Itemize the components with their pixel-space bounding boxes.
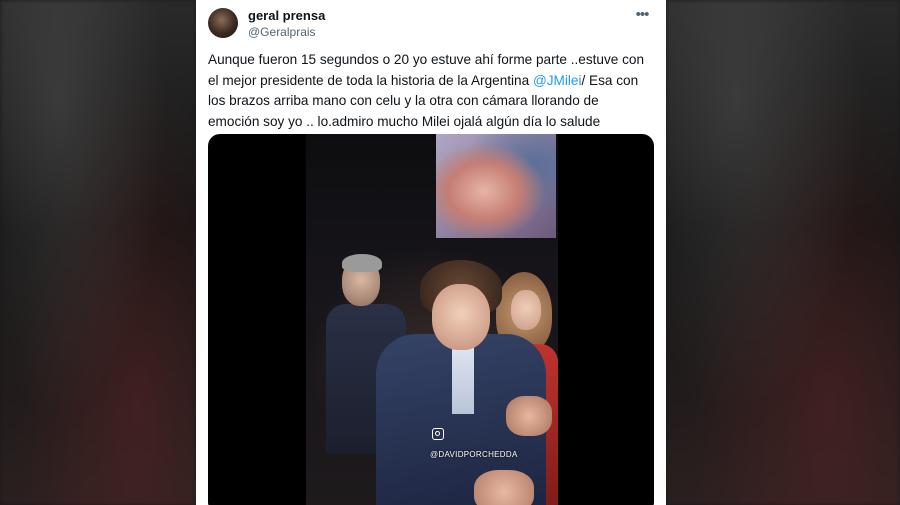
tweet-text-line: el mejor presidente de toda la historia … <box>208 71 654 92</box>
video-frame: @DAVIDPORCHEDDA <box>306 134 558 505</box>
hand <box>474 470 534 505</box>
tweet-video[interactable]: @DAVIDPORCHEDDA <box>208 134 654 505</box>
tweet-text-line: emoción soy yo .. lo.admiro mucho Milei … <box>208 114 601 130</box>
display-name[interactable]: geral prensa <box>248 8 325 24</box>
avatar[interactable] <box>208 8 238 38</box>
blurred-background-left <box>0 0 196 505</box>
background-screen <box>436 134 556 238</box>
instagram-icon <box>432 428 444 440</box>
tweet-text-segment: / Esa con <box>581 72 639 88</box>
main-person-face <box>432 284 490 350</box>
video-watermark: @DAVIDPORCHEDDA <box>430 450 518 459</box>
tweet-text-line: los brazos arriba mano con celu y la otr… <box>208 93 599 109</box>
user-info: geral prensa @Geralprais <box>248 8 325 40</box>
main-person-shirt <box>452 344 474 414</box>
user-handle[interactable]: @Geralprais <box>248 24 325 40</box>
person-right-face <box>511 290 541 330</box>
hand <box>506 396 552 436</box>
blurred-background-right <box>666 0 900 505</box>
more-options-icon[interactable]: ••• <box>632 7 652 24</box>
tweet-card: geral prensa @Geralprais ••• Aunque fuer… <box>196 0 666 505</box>
tweet-header: geral prensa @Geralprais ••• <box>208 6 654 42</box>
tweet-text-segment: el mejor presidente de toda la historia … <box>208 72 533 88</box>
mention-link[interactable]: @JMilei <box>533 73 582 88</box>
tweet-text: Aunque fueron 15 segundos o 20 yo estuve… <box>208 50 654 133</box>
tweet-text-line: Aunque fueron 15 segundos o 20 yo estuve… <box>208 52 645 67</box>
person-left-hair <box>342 254 382 272</box>
